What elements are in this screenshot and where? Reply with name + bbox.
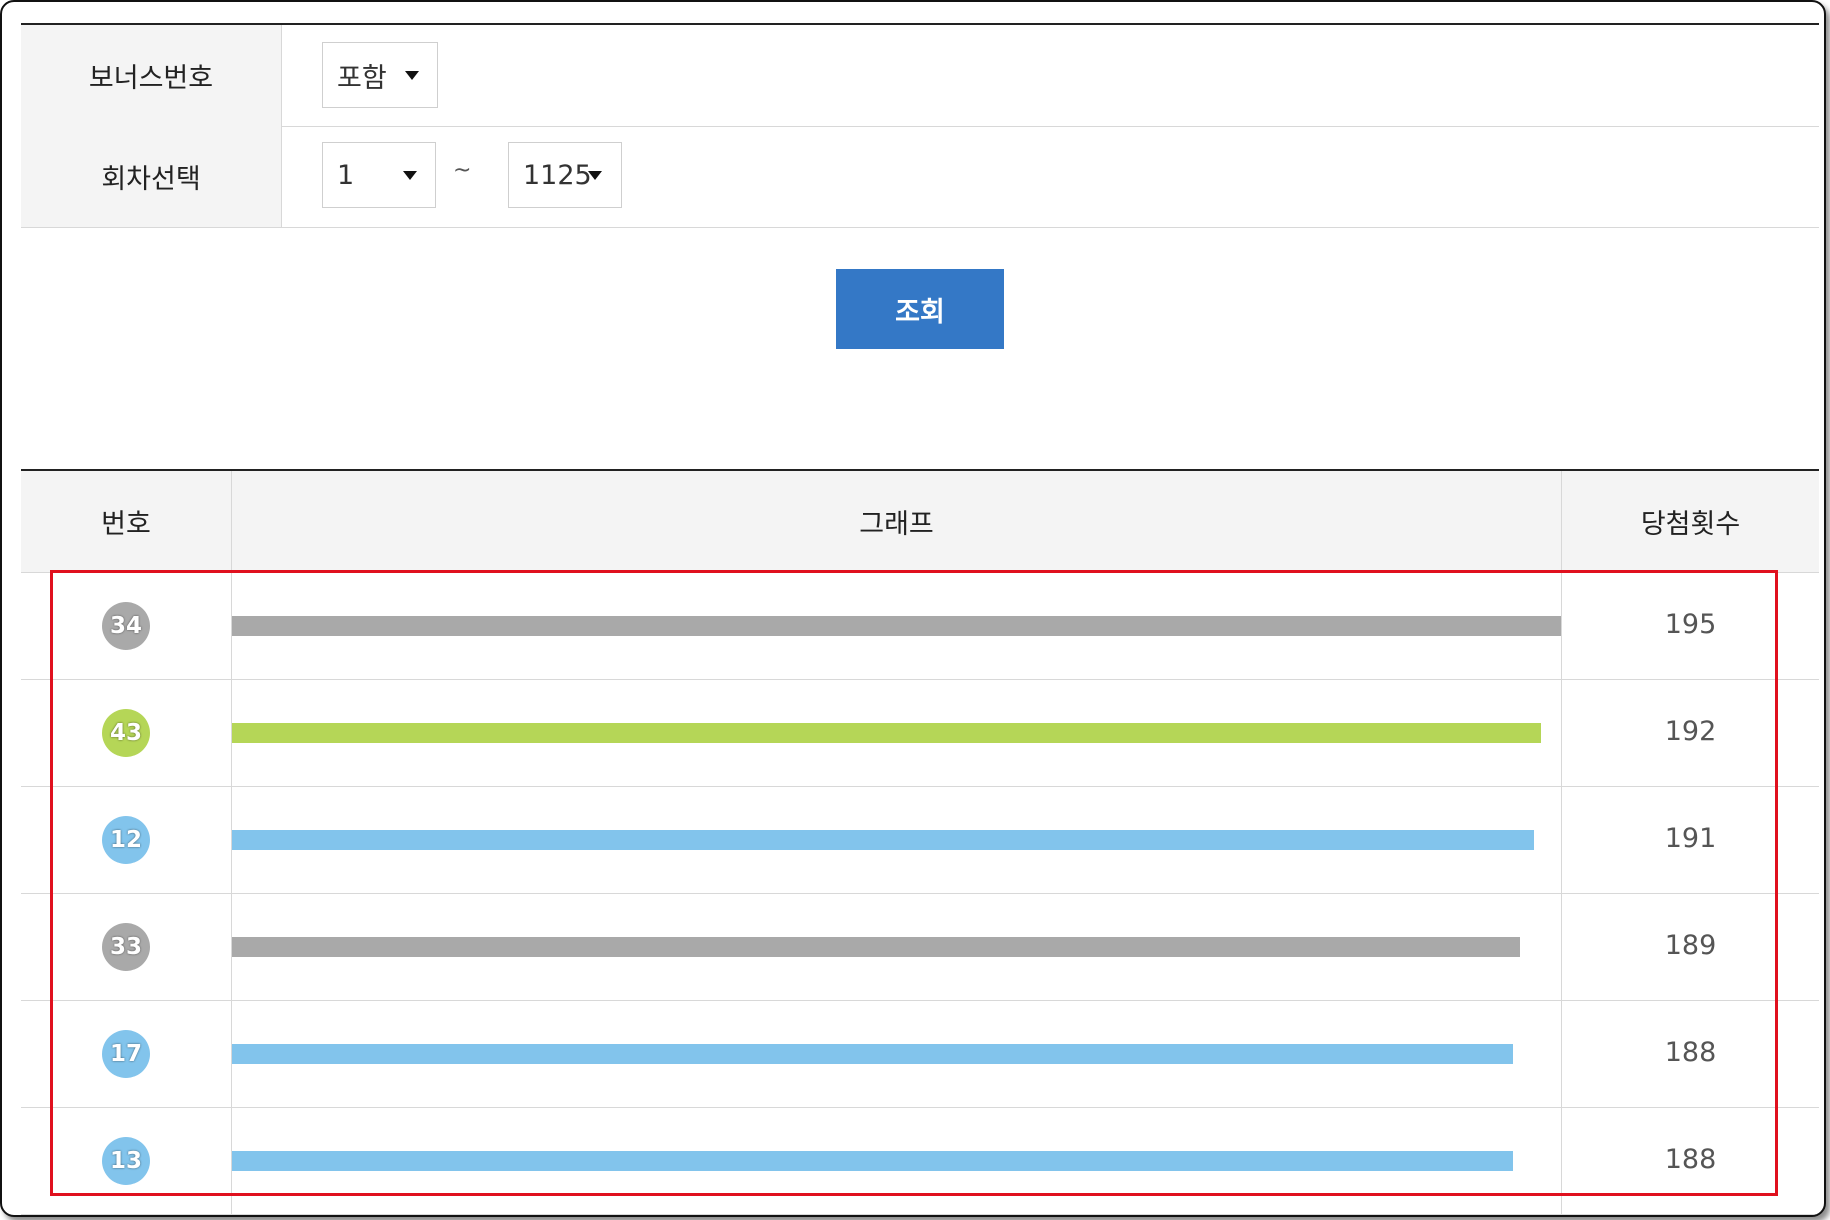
number-ball: 43 <box>102 708 150 757</box>
win-count: 188 <box>1664 1036 1717 1068</box>
chevron-down-icon <box>588 171 602 180</box>
number-ball: 12 <box>102 815 150 864</box>
chevron-down-icon <box>405 71 419 80</box>
column-divider <box>231 471 232 1215</box>
table-header: 번호 그래프 당첨횟수 <box>21 471 1819 573</box>
result-table: 번호 그래프 당첨횟수 34 195 43 192 12 191 33 189 17 188 13 1… <box>21 469 1819 1215</box>
bonus-select[interactable]: 포함 <box>322 42 438 108</box>
search-button[interactable]: 조회 <box>836 269 1004 349</box>
round-row: 회차선택 1 ~ 1125 <box>21 126 1819 228</box>
round-from-value: 1 <box>337 159 355 191</box>
round-from-select[interactable]: 1 <box>322 142 436 208</box>
table-row: 43 192 <box>21 679 1819 787</box>
filter-table: 보너스번호 포함 회차선택 1 ~ 1125 <box>21 23 1819 228</box>
header-count: 당첨횟수 <box>1640 509 1741 540</box>
round-to-value: 1125 <box>523 159 592 191</box>
range-separator: ~ <box>453 158 472 183</box>
win-count: 191 <box>1664 822 1717 854</box>
win-count: 188 <box>1664 1143 1717 1175</box>
frequency-bar <box>232 722 1541 743</box>
header-graph: 그래프 <box>859 509 934 540</box>
table-row: 12 191 <box>21 786 1819 894</box>
frequency-bar <box>232 829 1534 850</box>
frequency-bar <box>232 936 1520 957</box>
round-to-select[interactable]: 1125 <box>508 142 622 208</box>
frequency-bar <box>232 615 1561 636</box>
bonus-label: 보너스번호 <box>21 25 282 126</box>
header-number: 번호 <box>101 509 151 540</box>
round-label: 회차선택 <box>21 126 282 227</box>
table-row: 33 189 <box>21 893 1819 1001</box>
chevron-down-icon <box>403 171 417 180</box>
win-count: 195 <box>1664 608 1717 640</box>
number-ball: 13 <box>102 1136 150 1185</box>
number-ball: 33 <box>102 922 150 971</box>
bonus-select-value: 포함 <box>337 62 387 94</box>
win-count: 192 <box>1664 715 1717 747</box>
table-row: 13 188 <box>21 1107 1819 1215</box>
table-row: 34 195 <box>21 572 1819 680</box>
win-count: 189 <box>1664 929 1717 961</box>
frequency-bar <box>232 1150 1513 1171</box>
frequency-bar <box>232 1043 1513 1064</box>
number-ball: 17 <box>102 1029 150 1078</box>
number-ball: 34 <box>102 601 150 650</box>
table-row: 17 188 <box>21 1000 1819 1108</box>
column-divider <box>1561 471 1562 1215</box>
bonus-row: 보너스번호 포함 <box>21 25 1819 127</box>
window-frame: 보너스번호 포함 회차선택 1 ~ 1125 조회 번호 그래프 당첨횟수 34… <box>0 0 1826 1217</box>
